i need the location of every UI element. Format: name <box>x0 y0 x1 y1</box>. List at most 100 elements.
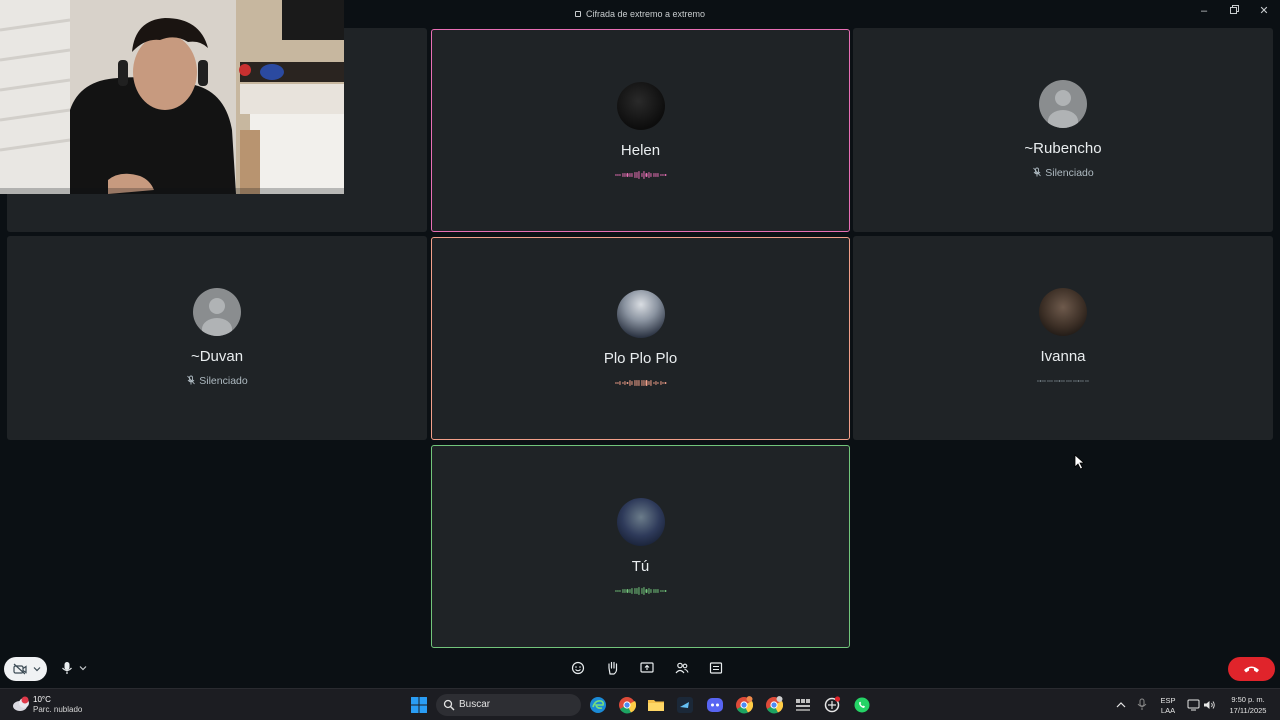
audio-wave <box>614 171 667 179</box>
openai-icon[interactable] <box>823 696 841 714</box>
wave-bar <box>617 173 619 177</box>
network-icon[interactable] <box>1187 699 1200 711</box>
more-options-icon[interactable] <box>708 660 724 676</box>
participant-tile-plo-plo-plo[interactable]: Plo Plo Plo <box>431 237 850 440</box>
clock-time[interactable]: 9:50 p. m. <box>1222 695 1274 704</box>
wave-bar <box>622 173 624 177</box>
wave-bar <box>655 589 657 593</box>
wave-bar <box>1056 380 1058 382</box>
chrome-profile-icon[interactable] <box>735 696 753 714</box>
participant-tile-duvan[interactable]: ~Duvan Silenciado <box>7 236 427 440</box>
windows-start-icon[interactable] <box>410 696 428 714</box>
wave-bar <box>614 382 617 384</box>
clock-date[interactable]: 17/11/2025 <box>1222 706 1274 715</box>
wave-bar <box>633 588 636 594</box>
file-explorer-icon[interactable] <box>647 696 665 714</box>
participant-name: Plo Plo Plo <box>603 350 678 367</box>
mic-off-icon <box>1033 167 1042 177</box>
wave-bar <box>1049 380 1051 382</box>
participant-tile-rubencho[interactable]: ~Rubencho Silenciado <box>853 28 1273 232</box>
participant-name: ~Duvan <box>190 348 244 365</box>
wave-bar <box>633 171 636 179</box>
emoji-icon[interactable] <box>570 660 586 676</box>
windows-taskbar: 10°C Parc. nublado Buscar ESP LAA 9:50 p… <box>0 688 1280 720</box>
minimize-button[interactable]: – <box>1194 4 1214 18</box>
wave-bar <box>657 589 659 593</box>
status-label: Silenciado <box>199 375 248 387</box>
wave-bar <box>622 381 624 385</box>
whatsapp-icon[interactable] <box>853 696 871 714</box>
restore-button[interactable] <box>1224 4 1244 18</box>
wave-bar <box>1068 380 1070 382</box>
camera-toggle-button[interactable] <box>4 657 47 681</box>
wave-bar <box>648 380 650 386</box>
status-label: Silenciado <box>1045 167 1094 179</box>
wave-bar <box>1082 380 1084 382</box>
weather-description[interactable]: Parc. nublado <box>33 705 82 714</box>
wave-bar <box>636 380 638 386</box>
self-camera-preview[interactable] <box>0 0 344 194</box>
wave-bar <box>629 172 631 178</box>
wave-bar <box>662 589 664 593</box>
mute-status: Silenciado <box>853 167 1273 179</box>
participant-tile-ivanna[interactable]: Ivanna <box>853 236 1273 440</box>
wave-bar <box>1037 380 1039 382</box>
chrome-profile-2-icon[interactable] <box>765 696 783 714</box>
language-code[interactable]: ESP <box>1158 696 1178 705</box>
volume-icon[interactable] <box>1203 699 1216 711</box>
wave-bar <box>631 172 633 178</box>
call-controls-bar <box>0 650 1280 688</box>
wave-bar <box>614 590 617 592</box>
wave-bar <box>1054 380 1056 382</box>
wave-bar <box>1051 380 1053 382</box>
avatar <box>193 288 241 336</box>
audio-wave <box>614 379 667 387</box>
camera-feed-image <box>0 0 344 194</box>
wave-bar <box>636 588 638 594</box>
wave-bar <box>641 379 643 387</box>
wave-bar <box>652 381 655 385</box>
weather-cloud-icon[interactable] <box>11 695 31 713</box>
mic-off-icon <box>187 375 196 385</box>
lock-icon <box>574 11 581 17</box>
wave-bar <box>638 379 640 387</box>
tray-mic-icon[interactable] <box>1137 698 1147 712</box>
wave-bar <box>660 381 662 385</box>
wave-bar <box>652 172 655 178</box>
search-icon <box>443 699 455 711</box>
wave-bar <box>664 174 667 176</box>
wave-bar <box>1061 380 1063 382</box>
wave-bar <box>1063 380 1065 382</box>
wave-bar <box>664 382 667 384</box>
wave-bar <box>619 381 621 385</box>
wave-bar <box>1087 380 1089 382</box>
screen-share-icon[interactable] <box>639 660 655 676</box>
discord-icon[interactable] <box>706 696 724 714</box>
taskbar-search-box[interactable]: Buscar <box>436 694 581 716</box>
wave-bar <box>1065 380 1068 382</box>
wave-bar <box>1044 380 1046 382</box>
keyboard-layout[interactable]: LAA <box>1158 706 1178 715</box>
wave-bar <box>657 381 659 385</box>
mic-chevron-down-icon[interactable] <box>79 665 87 671</box>
tray-chevron-up-icon[interactable] <box>1116 701 1126 709</box>
restore-icon <box>1229 5 1239 14</box>
wave-bar <box>650 173 652 177</box>
raise-hand-icon[interactable] <box>605 660 621 676</box>
end-call-button[interactable] <box>1228 657 1275 681</box>
wave-bar <box>1042 380 1044 382</box>
wave-bar <box>662 382 664 384</box>
close-window-button[interactable]: ✕ <box>1254 4 1274 18</box>
participant-tile-helen[interactable]: Helen <box>431 29 850 232</box>
weather-temperature[interactable]: 10°C <box>33 695 51 704</box>
wave-bar <box>664 590 667 592</box>
avatar <box>1039 288 1087 336</box>
edge-icon[interactable] <box>589 696 607 714</box>
chrome-icon[interactable] <box>618 696 636 714</box>
participant-tile-self[interactable]: Tú <box>431 445 850 648</box>
widget-icon[interactable] <box>794 696 812 714</box>
mic-icon[interactable] <box>59 660 75 676</box>
participants-icon[interactable] <box>674 660 690 676</box>
steam-icon[interactable] <box>676 696 694 714</box>
avatar <box>616 290 665 338</box>
